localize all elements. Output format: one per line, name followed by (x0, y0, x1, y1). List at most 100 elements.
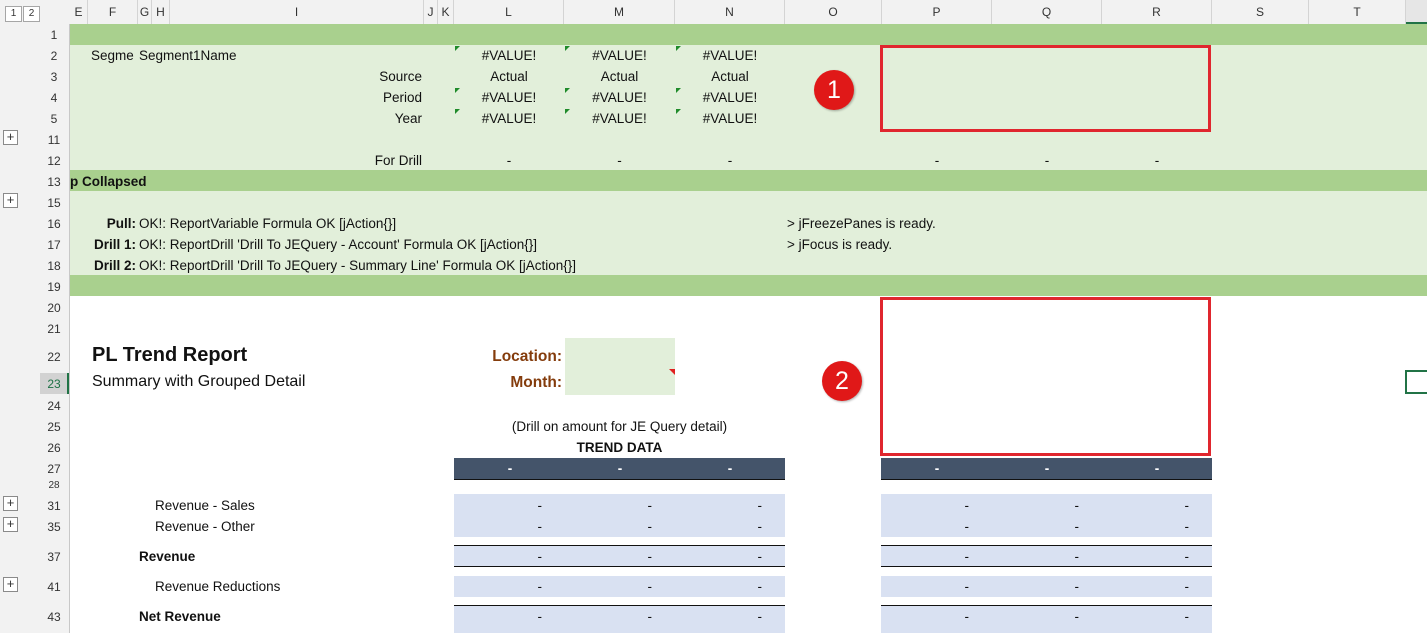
trend-column-header[interactable]: - (917, 458, 957, 479)
year-cell[interactable]: #VALUE! (454, 109, 564, 129)
column-header-T[interactable]: T (1309, 0, 1406, 24)
amount-cell[interactable]: - (929, 547, 970, 567)
expand-group-button[interactable]: + (3, 193, 18, 208)
row-number[interactable]: 18 (40, 256, 68, 276)
amount-cell[interactable]: - (722, 607, 763, 627)
drill-cell[interactable]: - (564, 151, 675, 171)
amount-cell[interactable]: - (612, 577, 653, 597)
row-number[interactable]: 16 (40, 214, 68, 234)
column-header-Q[interactable]: Q (992, 0, 1102, 24)
location-input[interactable] (565, 338, 675, 367)
column-header-P[interactable]: P (882, 0, 992, 24)
amount-cell[interactable]: - (929, 496, 970, 516)
row-number[interactable]: 35 (40, 517, 68, 537)
row-number[interactable]: 2 (40, 46, 68, 66)
expand-group-button[interactable]: + (3, 130, 18, 145)
expand-group-button[interactable]: + (3, 577, 18, 592)
row-number[interactable]: 19 (40, 277, 68, 297)
row-number[interactable]: 3 (40, 67, 68, 87)
amount-cell[interactable]: - (1149, 607, 1190, 627)
amount-cell[interactable]: - (1149, 547, 1190, 567)
row-number[interactable]: 26 (40, 438, 68, 458)
column-header-H[interactable]: H (152, 0, 170, 24)
row-number[interactable]: 24 (40, 396, 68, 416)
row-number[interactable]: 12 (40, 151, 68, 171)
trend-column-header[interactable]: - (1027, 458, 1067, 479)
column-header-G[interactable]: G (138, 0, 152, 24)
active-cell[interactable] (1405, 370, 1427, 394)
row-number[interactable]: 11 (40, 130, 68, 150)
source-cell[interactable]: Actual (564, 67, 675, 87)
amount-cell[interactable]: - (612, 517, 653, 537)
amount-cell[interactable]: - (929, 577, 970, 597)
amount-cell[interactable]: - (502, 547, 543, 567)
outline-level-1-button[interactable]: 1 (5, 6, 22, 22)
period-cell[interactable]: #VALUE! (454, 88, 564, 108)
period-cell[interactable]: #VALUE! (675, 88, 785, 108)
row-number[interactable]: 5 (40, 109, 68, 129)
outline-level-2-button[interactable]: 2 (23, 6, 40, 22)
row-number[interactable]: 17 (40, 235, 68, 255)
column-header-S[interactable]: S (1212, 0, 1309, 24)
column-header-F[interactable]: F (88, 0, 138, 24)
drill-cell[interactable]: - (675, 151, 785, 171)
year-cell[interactable]: #VALUE! (675, 109, 785, 129)
expand-group-button[interactable]: + (3, 496, 18, 511)
amount-cell[interactable]: - (722, 577, 763, 597)
row-number[interactable]: 37 (40, 547, 68, 567)
column-header-E[interactable]: E (70, 0, 88, 24)
column-header-N[interactable]: N (675, 0, 785, 24)
row-number[interactable]: 13 (40, 172, 68, 192)
row-number[interactable]: 4 (40, 88, 68, 108)
amount-cell[interactable]: - (1039, 607, 1080, 627)
period-cell[interactable]: #VALUE! (564, 88, 675, 108)
row-number[interactable]: 25 (40, 417, 68, 437)
source-cell[interactable]: Actual (675, 67, 785, 87)
amount-cell[interactable]: - (1149, 517, 1190, 537)
year-cell[interactable]: #VALUE! (564, 109, 675, 129)
column-header-I[interactable]: I (170, 0, 424, 24)
amount-cell[interactable]: - (502, 496, 543, 516)
amount-cell[interactable]: - (722, 547, 763, 567)
trend-column-header[interactable]: - (710, 458, 750, 479)
month-input[interactable] (565, 367, 675, 395)
trend-column-header[interactable]: - (1137, 458, 1177, 479)
row-number[interactable]: 1 (40, 25, 68, 45)
amount-cell[interactable]: - (1039, 496, 1080, 516)
drill-cell[interactable]: - (454, 151, 564, 171)
amount-cell[interactable]: - (1149, 577, 1190, 597)
row-number[interactable]: 15 (40, 193, 68, 213)
row-number-selected[interactable]: 23 (40, 374, 68, 394)
drill-cell[interactable]: - (882, 151, 992, 171)
amount-cell[interactable]: - (502, 607, 543, 627)
amount-cell[interactable]: - (722, 496, 763, 516)
column-header-R[interactable]: R (1102, 0, 1212, 24)
trend-column-header[interactable]: - (490, 458, 530, 479)
amount-cell[interactable]: - (722, 517, 763, 537)
column-header-J[interactable]: J (424, 0, 438, 24)
amount-cell[interactable]: - (929, 607, 970, 627)
amount-cell[interactable]: - (929, 517, 970, 537)
value-cell[interactable]: #VALUE! (675, 46, 785, 66)
row-number[interactable]: 21 (40, 319, 68, 339)
trend-column-header[interactable]: - (600, 458, 640, 479)
row-number[interactable]: 31 (40, 496, 68, 516)
row-number[interactable]: 22 (40, 347, 68, 367)
row-number[interactable]: 28 (40, 476, 68, 496)
amount-cell[interactable]: - (1039, 577, 1080, 597)
column-header-K[interactable]: K (438, 0, 454, 24)
row-number[interactable]: 20 (40, 298, 68, 318)
amount-cell[interactable]: - (612, 547, 653, 567)
value-cell[interactable]: #VALUE! (564, 46, 675, 66)
column-header-M[interactable]: M (564, 0, 675, 24)
amount-cell[interactable]: - (612, 607, 653, 627)
amount-cell[interactable]: - (502, 577, 543, 597)
drill-cell[interactable]: - (1102, 151, 1212, 171)
column-header-O[interactable]: O (785, 0, 882, 24)
value-cell[interactable]: #VALUE! (454, 46, 564, 66)
amount-cell[interactable]: - (502, 517, 543, 537)
amount-cell[interactable]: - (612, 496, 653, 516)
amount-cell[interactable]: - (1039, 547, 1080, 567)
amount-cell[interactable]: - (1149, 496, 1190, 516)
row-number[interactable]: 43 (40, 607, 68, 627)
